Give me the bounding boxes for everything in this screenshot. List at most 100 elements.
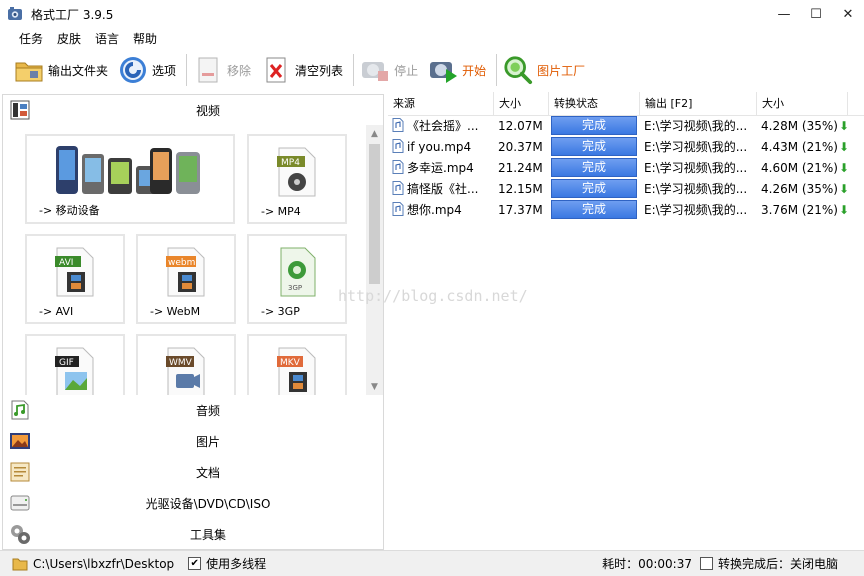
tile-webm-label: -> WebM bbox=[150, 305, 201, 318]
tile-3gp[interactable]: 3GP -> 3GP bbox=[247, 234, 347, 324]
options-button[interactable]: 选项 bbox=[118, 52, 186, 88]
tile-mp4-label: -> MP4 bbox=[261, 205, 301, 218]
row-output-path: E:\学习视频\我的... bbox=[644, 140, 748, 154]
toolbar-separator bbox=[496, 54, 498, 86]
category-document[interactable]: 文档 bbox=[3, 457, 383, 487]
row-source: if you.mp4 bbox=[407, 140, 472, 154]
toolbar: 输出文件夹 选项 移除 清空列表 停止 开始 图片工厂 bbox=[0, 50, 864, 90]
category-video-label: 视频 bbox=[195, 103, 220, 118]
row-size: 20.37M bbox=[498, 140, 543, 154]
scroll-down-icon[interactable]: ▼ bbox=[366, 378, 383, 395]
remove-label: 移除 bbox=[227, 63, 252, 78]
scroll-up-icon[interactable]: ▲ bbox=[366, 125, 383, 142]
status-bar: C:\Users\lbxzfr\Desktop ✔ 使用多线程 耗时：00:00… bbox=[0, 550, 864, 576]
task-row[interactable]: 想你.mp4 17.37M 完成 E:\学习视频\我的... 3.76M (21… bbox=[388, 200, 864, 221]
watermark: http://blog.csdn.net/ bbox=[338, 287, 528, 305]
close-button[interactable]: ✕ bbox=[832, 0, 864, 28]
row-ratio: (21%) bbox=[801, 203, 838, 217]
row-output-path: E:\学习视频\我的... bbox=[644, 119, 748, 133]
category-picture-label: 图片 bbox=[195, 434, 220, 449]
row-output-size: 4.28M bbox=[761, 119, 799, 133]
category-picture[interactable]: 图片 bbox=[3, 426, 383, 456]
category-video[interactable]: 视频 bbox=[3, 95, 383, 125]
video-format-grid: -> 移动设备 MP4 -> MP4 AVI -> AVI webm -> We… bbox=[3, 125, 385, 395]
avi-icon: AVI bbox=[55, 247, 94, 297]
row-source: 《社会摇》... bbox=[407, 119, 479, 133]
mkv-icon: MKV bbox=[277, 347, 316, 395]
minimize-button[interactable]: — bbox=[768, 0, 800, 28]
tile-mp4[interactable]: MP4 -> MP4 bbox=[247, 134, 347, 224]
menu-task[interactable]: 任务 bbox=[12, 30, 50, 47]
task-row[interactable]: if you.mp4 20.37M 完成 E:\学习视频\我的... 4.43M… bbox=[388, 137, 864, 158]
tile-gif[interactable]: GIF bbox=[25, 334, 125, 395]
row-ratio: (35%) bbox=[801, 119, 838, 133]
column-output[interactable]: 输出 [F2] bbox=[640, 92, 757, 116]
column-output-size[interactable]: 大小 bbox=[757, 92, 848, 116]
after-complete-label: 转换完成后：关闭电脑 bbox=[717, 557, 838, 571]
row-output-size: 4.60M bbox=[761, 161, 799, 175]
row-output-path: E:\学习视频\我的... bbox=[644, 203, 748, 217]
row-status-badge: 完成 bbox=[551, 200, 637, 219]
gif-badge-text: GIF bbox=[59, 358, 74, 368]
video-file-icon bbox=[392, 118, 404, 132]
tile-mobile-device[interactable]: -> 移动设备 bbox=[25, 134, 235, 224]
multithread-checkbox[interactable]: ✔ bbox=[188, 557, 202, 570]
down-arrow-icon: ⬇ bbox=[838, 161, 848, 175]
mp4-icon: MP4 bbox=[277, 147, 316, 197]
row-output-size: 4.43M bbox=[761, 140, 799, 154]
row-output-size: 4.26M bbox=[761, 182, 799, 196]
task-row[interactable]: 搞怪版《社... 12.15M 完成 E:\学习视频\我的... 4.26M (… bbox=[388, 179, 864, 200]
tile-mobile-label: -> 移动设备 bbox=[39, 204, 100, 217]
folder-icon bbox=[14, 55, 44, 85]
after-complete-checkbox[interactable] bbox=[699, 557, 713, 570]
3gp-badge-text: 3GP bbox=[288, 284, 302, 292]
clear-list-label: 清空列表 bbox=[295, 63, 344, 78]
task-row[interactable]: 《社会摇》... 12.07M 完成 E:\学习视频\我的... 4.28M (… bbox=[388, 116, 864, 137]
task-row[interactable]: 多幸运.mp4 21.24M 完成 E:\学习视频\我的... 4.60M (2… bbox=[388, 158, 864, 179]
column-source[interactable]: 来源 bbox=[388, 92, 494, 116]
avi-badge-text: AVI bbox=[59, 258, 73, 268]
down-arrow-icon: ⬇ bbox=[838, 203, 848, 217]
output-path[interactable]: C:\Users\lbxzfr\Desktop bbox=[33, 557, 174, 571]
category-audio-label: 音频 bbox=[195, 403, 220, 418]
category-optical-drive[interactable]: 光驱设备\DVD\CD\ISO bbox=[3, 488, 383, 518]
remove-button[interactable]: 移除 bbox=[193, 52, 261, 88]
tile-webm[interactable]: webm -> WebM bbox=[136, 234, 236, 324]
app-icon bbox=[8, 7, 22, 20]
wmv-badge-text: WMV bbox=[169, 358, 193, 368]
row-ratio: (35%) bbox=[801, 182, 838, 196]
row-size: 17.37M bbox=[498, 203, 543, 217]
down-arrow-icon: ⬇ bbox=[838, 140, 848, 154]
menu-help[interactable]: 帮助 bbox=[126, 30, 164, 47]
remove-icon bbox=[193, 55, 223, 85]
row-status-badge: 完成 bbox=[551, 137, 637, 156]
column-size[interactable]: 大小 bbox=[494, 92, 549, 116]
column-status[interactable]: 转换状态 bbox=[549, 92, 640, 116]
elapsed-time: 耗时：00:00:37 bbox=[602, 557, 692, 571]
stop-button[interactable]: 停止 bbox=[360, 52, 428, 88]
row-size: 12.15M bbox=[498, 182, 543, 196]
format-grid-scrollbar[interactable]: ▲ ▼ bbox=[366, 125, 383, 395]
start-button[interactable]: 开始 bbox=[428, 52, 496, 88]
row-output-path: E:\学习视频\我的... bbox=[644, 182, 748, 196]
menu-language[interactable]: 语言 bbox=[88, 30, 126, 47]
category-toolbox[interactable]: 工具集 bbox=[3, 519, 383, 549]
category-audio[interactable]: 音频 bbox=[3, 395, 383, 425]
row-output-size: 3.76M bbox=[761, 203, 799, 217]
clear-list-button[interactable]: 清空列表 bbox=[261, 52, 353, 88]
stop-label: 停止 bbox=[394, 63, 419, 78]
maximize-button[interactable]: ☐ bbox=[800, 0, 832, 28]
tile-avi[interactable]: AVI -> AVI bbox=[25, 234, 125, 324]
webm-icon: webm bbox=[166, 247, 205, 297]
mobile-devices-icon bbox=[56, 146, 200, 194]
row-size: 21.24M bbox=[498, 161, 543, 175]
tile-wmv[interactable]: WMV bbox=[136, 334, 236, 395]
toolbar-separator bbox=[353, 54, 355, 86]
picture-factory-button[interactable]: 图片工厂 bbox=[503, 52, 595, 88]
task-list-header: 来源 大小 转换状态 输出 [F2] 大小 bbox=[388, 92, 864, 116]
menu-skin[interactable]: 皮肤 bbox=[50, 30, 88, 47]
scroll-thumb[interactable] bbox=[369, 144, 380, 284]
output-folder-button[interactable]: 输出文件夹 bbox=[14, 52, 118, 88]
tile-mkv[interactable]: MKV bbox=[247, 334, 347, 395]
row-size: 12.07M bbox=[498, 119, 543, 133]
